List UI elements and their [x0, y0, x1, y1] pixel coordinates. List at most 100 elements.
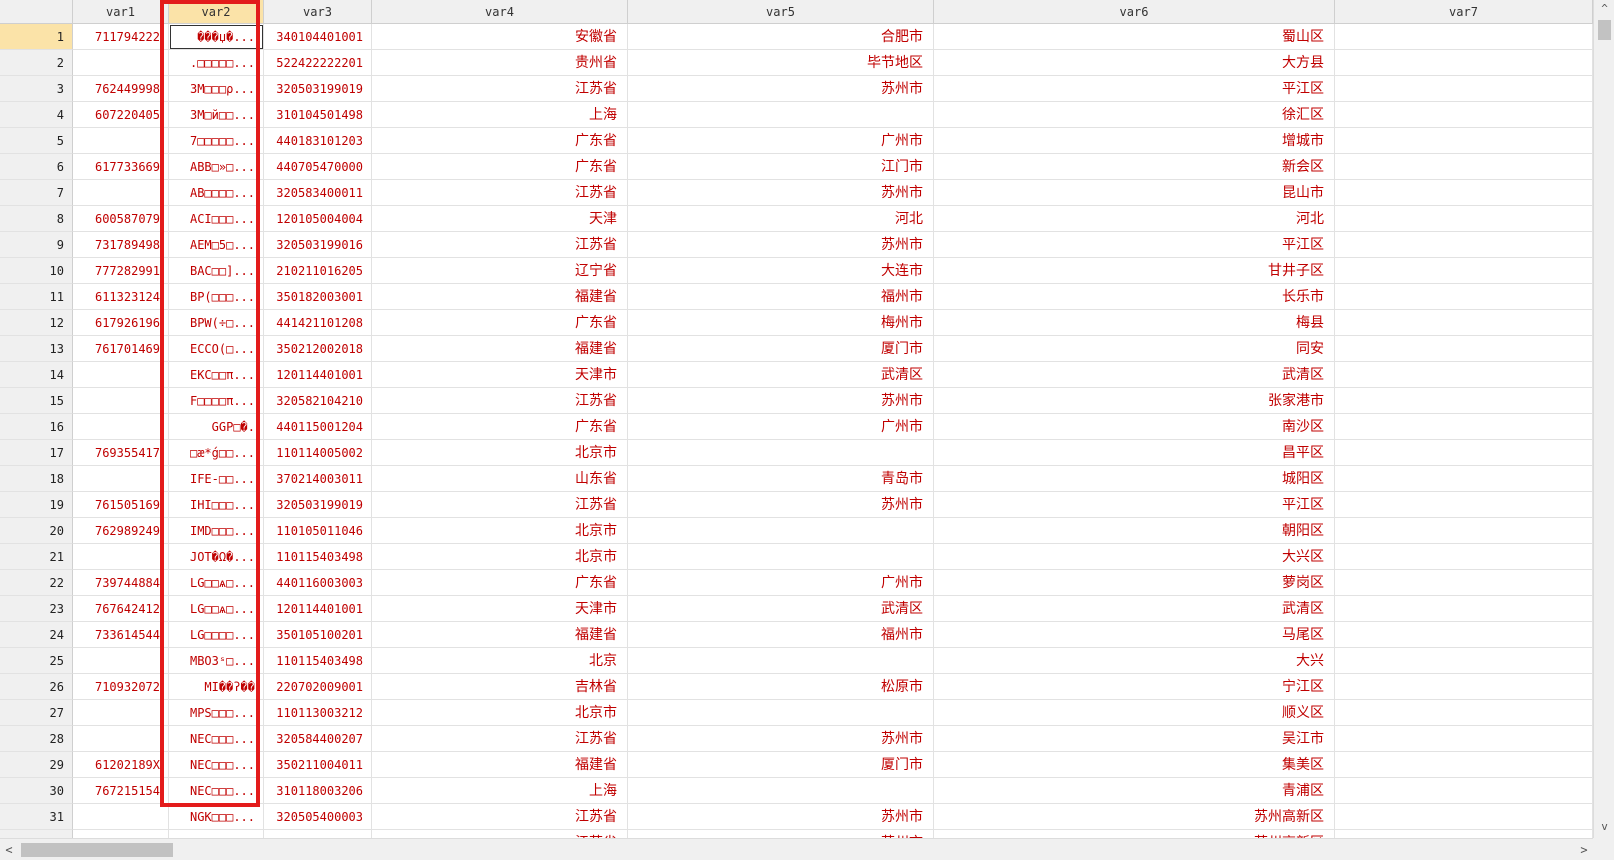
cell-var6[interactable]: 长乐市 — [934, 284, 1335, 310]
cell-var3[interactable]: 320503199019 — [264, 492, 372, 518]
cell-var7[interactable] — [1335, 76, 1593, 102]
cell-var3[interactable]: 350105100201 — [264, 622, 372, 648]
cell-var3[interactable]: 350182003001 — [264, 284, 372, 310]
cell-var4[interactable]: 福建省 — [372, 752, 628, 778]
cell-var3[interactable]: 210211016205 — [264, 258, 372, 284]
horizontal-scroll-thumb[interactable] — [21, 843, 173, 857]
cell-var2[interactable]: ACI□□□... — [169, 206, 264, 232]
cell-var5[interactable]: 福州市 — [628, 284, 934, 310]
cell-var3[interactable]: 370214003011 — [264, 466, 372, 492]
cell-var1[interactable]: 710932072 — [73, 674, 169, 700]
cell-var2[interactable]: 3M□й□□... — [169, 102, 264, 128]
cell-var7[interactable] — [1335, 24, 1593, 50]
cell-var3[interactable]: 220702009001 — [264, 674, 372, 700]
cell-var5[interactable]: 松原市 — [628, 674, 934, 700]
cell-var2[interactable]: LG□□ѧ□... — [169, 570, 264, 596]
cell-var4[interactable]: 上海 — [372, 102, 628, 128]
cell-var6[interactable]: 张家港市 — [934, 388, 1335, 414]
cell-var2[interactable]: IFE-□□... — [169, 466, 264, 492]
scroll-left-icon[interactable]: < — [0, 839, 18, 860]
cell-var3[interactable]: 320503199016 — [264, 232, 372, 258]
cell-var7[interactable] — [1335, 492, 1593, 518]
cell-var3[interactable]: 320503199019 — [264, 76, 372, 102]
cell-var2[interactable]: 3M□□□ρ... — [169, 76, 264, 102]
column-header-var7[interactable]: var7 — [1335, 0, 1593, 24]
row-number[interactable]: 24 — [0, 622, 73, 648]
cell-var4[interactable]: 吉林省 — [372, 674, 628, 700]
cell-var5[interactable]: 苏州市 — [628, 492, 934, 518]
cell-var4[interactable]: 广东省 — [372, 310, 628, 336]
cell-var5[interactable]: 福州市 — [628, 622, 934, 648]
scroll-right-icon[interactable]: > — [1575, 839, 1593, 860]
cell-var2[interactable] — [169, 830, 264, 838]
row-number[interactable]: 3 — [0, 76, 73, 102]
data-grid[interactable]: var1 var2 var3 var4 var5 var6 var7 1 711794222 �… — [0, 0, 1593, 838]
cell-var5[interactable]: 苏州市 — [628, 180, 934, 206]
cell-var6[interactable]: 吴江市 — [934, 726, 1335, 752]
cell-var5[interactable] — [628, 102, 934, 128]
column-header-var5[interactable]: var5 — [628, 0, 934, 24]
cell-var4[interactable]: 北京市 — [372, 440, 628, 466]
cell-var7[interactable] — [1335, 518, 1593, 544]
horizontal-scrollbar[interactable]: < > — [0, 838, 1593, 860]
cell-var3[interactable]: 320505400003 — [264, 804, 372, 830]
cell-var4[interactable]: 江苏省 — [372, 830, 628, 838]
cell-var6[interactable]: 苏州高新区 — [934, 830, 1335, 838]
cell-var5[interactable]: 合肥市 — [628, 24, 934, 50]
cell-var7[interactable] — [1335, 778, 1593, 804]
cell-var2[interactable]: AB□□□□... — [169, 180, 264, 206]
cell-var1[interactable] — [73, 50, 169, 76]
cell-var3[interactable]: 320584400207 — [264, 726, 372, 752]
row-number[interactable]: 25 — [0, 648, 73, 674]
cell-var7[interactable] — [1335, 752, 1593, 778]
cell-var5[interactable]: 广州市 — [628, 128, 934, 154]
row-number[interactable]: 20 — [0, 518, 73, 544]
cell-var3[interactable]: 110114005002 — [264, 440, 372, 466]
cell-var2[interactable]: GGP□�. — [169, 414, 264, 440]
cell-var3[interactable]: 120114401001 — [264, 362, 372, 388]
cell-var7[interactable] — [1335, 310, 1593, 336]
cell-var6[interactable]: 徐汇区 — [934, 102, 1335, 128]
cell-var6[interactable]: 昆山市 — [934, 180, 1335, 206]
cell-var1[interactable]: 769355417 — [73, 440, 169, 466]
column-header-var3[interactable]: var3 — [264, 0, 372, 24]
cell-var5[interactable] — [628, 518, 934, 544]
cell-var1[interactable] — [73, 362, 169, 388]
cell-var3[interactable]: 320582104210 — [264, 388, 372, 414]
cell-var3[interactable]: 350211004011 — [264, 752, 372, 778]
cell-var2[interactable]: EKC□□π... — [169, 362, 264, 388]
row-number[interactable]: 17 — [0, 440, 73, 466]
cell-var2[interactable]: NGK□□□... — [169, 804, 264, 830]
cell-var5[interactable]: 苏州市 — [628, 388, 934, 414]
cell-var1[interactable]: 611323124 — [73, 284, 169, 310]
cell-var7[interactable] — [1335, 284, 1593, 310]
cell-var7[interactable] — [1335, 440, 1593, 466]
cell-var4[interactable]: 福建省 — [372, 622, 628, 648]
cell-var2[interactable]: .□□□□□... — [169, 50, 264, 76]
cell-var1[interactable]: 767215154 — [73, 778, 169, 804]
cell-var5[interactable]: 梅州市 — [628, 310, 934, 336]
cell-var4[interactable]: 广东省 — [372, 128, 628, 154]
cell-var7[interactable] — [1335, 388, 1593, 414]
cell-var6[interactable]: 蜀山区 — [934, 24, 1335, 50]
cell-var7[interactable] — [1335, 804, 1593, 830]
row-number[interactable]: 28 — [0, 726, 73, 752]
cell-var1[interactable]: 733614544 — [73, 622, 169, 648]
cell-var4[interactable]: 安徽省 — [372, 24, 628, 50]
cell-var1[interactable]: 617733669 — [73, 154, 169, 180]
cell-var6[interactable]: 宁江区 — [934, 674, 1335, 700]
column-header-var6[interactable]: var6 — [934, 0, 1335, 24]
cell-var2[interactable]: BP(□□□... — [169, 284, 264, 310]
cell-var6[interactable]: 平江区 — [934, 76, 1335, 102]
cell-var5[interactable]: 苏州市 — [628, 76, 934, 102]
cell-var1[interactable] — [73, 700, 169, 726]
cell-var2[interactable]: BPW(÷□... — [169, 310, 264, 336]
cell-var3[interactable]: 120114401001 — [264, 596, 372, 622]
cell-var1[interactable] — [73, 180, 169, 206]
cell-var6[interactable]: 平江区 — [934, 232, 1335, 258]
row-number[interactable]: 6 — [0, 154, 73, 180]
cell-var1[interactable]: 600587079 — [73, 206, 169, 232]
cell-var1[interactable] — [73, 544, 169, 570]
cell-var3[interactable]: 440705470000 — [264, 154, 372, 180]
vertical-scrollbar[interactable]: ^ v — [1593, 0, 1614, 838]
